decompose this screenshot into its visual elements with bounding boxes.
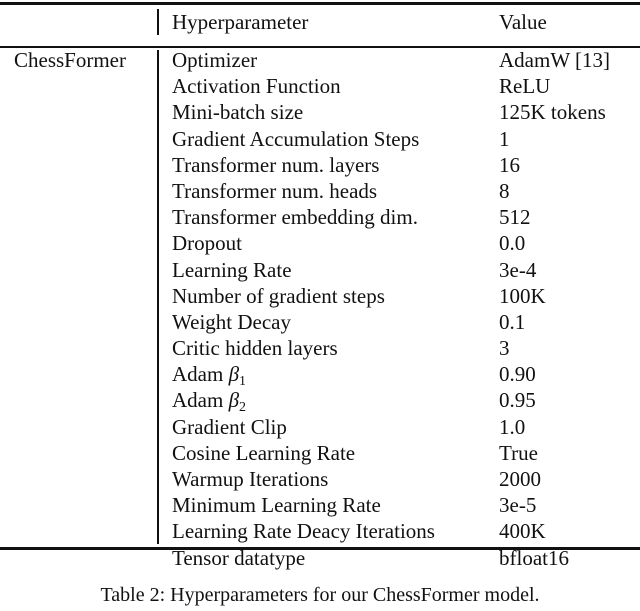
hyperparameter-value: 2000 xyxy=(499,467,541,491)
hyperparameter-name: Mini-batch size xyxy=(172,100,304,125)
hyperparameter-name: Activation Function xyxy=(172,74,341,99)
table-row: Adam β1 0.90 xyxy=(0,361,640,389)
table-row: Gradient Accumulation Steps 1 xyxy=(0,126,640,152)
hyperparameter-name: Critic hidden layers xyxy=(172,336,338,361)
table-top-rule xyxy=(0,2,640,5)
hyperparameter-name: Warmup Iterations xyxy=(172,467,329,491)
hyperparameter-value: 0.1 xyxy=(499,309,526,334)
hyperparameter-value: True xyxy=(499,440,538,465)
hyperparameter-value: 3e-4 xyxy=(499,257,537,282)
table-row: Activation Function ReLU xyxy=(0,73,640,99)
table-row: Transformer embedding dim. 512 xyxy=(0,204,640,230)
table-row: Mini-batch size 125K tokens xyxy=(0,99,640,125)
hyperparameter-name: Learning Rate xyxy=(172,257,292,282)
hyperparameter-name: Dropout xyxy=(172,231,242,256)
hyperparameter-name: Minimum Learning Rate xyxy=(172,493,381,518)
hyperparameter-name: Learning Rate Deacy Iterations xyxy=(172,519,435,544)
beta-symbol: β xyxy=(228,362,240,387)
hyperparameter-value: 0.90 xyxy=(499,362,536,387)
hyperparameter-value: ReLU xyxy=(499,74,551,99)
hyperparameter-value: 1 xyxy=(499,126,510,151)
hyperparameter-name: Weight Decay xyxy=(172,309,292,334)
table-row: Transformer num. heads 8 xyxy=(0,178,640,204)
beta-symbol: β xyxy=(228,388,240,413)
hyperparameter-value: 1.0 xyxy=(499,414,526,439)
hyperparameter-value: 512 xyxy=(499,205,531,230)
hyperparameter-value: AdamW [13] xyxy=(499,48,610,72)
hyperparameter-name: Optimizer xyxy=(172,48,258,72)
hyperparameter-name: Gradient Clip xyxy=(172,414,287,439)
table-row: Cosine Learning Rate True xyxy=(0,440,640,466)
table-row: Adam β2 0.95 xyxy=(0,387,640,415)
table-row: Warmup Iterations 2000 xyxy=(0,466,640,492)
table-row: Weight Decay 0.1 xyxy=(0,309,640,335)
hyperparameter-value: 125K tokens xyxy=(499,100,606,125)
hyperparameter-name: Gradient Accumulation Steps xyxy=(172,126,420,151)
header-value: Value xyxy=(499,10,547,34)
hyperparameter-name: Transformer embedding dim. xyxy=(172,205,418,230)
table-caption: Table 2: Hyperparameters for our ChessFo… xyxy=(100,584,540,606)
table-row: Learning Rate Deacy Iterations 400K xyxy=(0,518,640,544)
header-hyperparameter: Hyperparameter xyxy=(172,10,309,34)
table-row: Transformer num. layers 16 xyxy=(0,152,640,178)
table-row: Minimum Learning Rate 3e-5 xyxy=(0,492,640,518)
table-row: Optimizer AdamW [13] xyxy=(0,47,640,73)
hyperparameter-value: 16 xyxy=(499,152,520,177)
hyperparameter-value: 3e-5 xyxy=(499,493,537,518)
table-bottom-rule xyxy=(0,547,640,550)
hyperparameter-name: Transformer num. heads xyxy=(172,178,378,203)
hyperparameter-name: Number of gradient steps xyxy=(172,283,385,308)
hyperparameter-value: 8 xyxy=(499,178,510,203)
table-row: Number of gradient steps 100K xyxy=(0,283,640,309)
hyperparameter-value: 0.95 xyxy=(499,388,536,413)
hyperparameter-value: 100K xyxy=(499,283,546,308)
table-row: Gradient Clip 1.0 xyxy=(0,414,640,440)
hyperparameter-value: 3 xyxy=(499,336,510,361)
table-row: Critic hidden layers 3 xyxy=(0,335,640,361)
hyperparameter-name: Transformer num. layers xyxy=(172,152,380,177)
column-divider xyxy=(157,9,159,35)
hyperparameter-name: Cosine Learning Rate xyxy=(172,440,356,465)
table-body: Optimizer AdamW [13] Activation Function Re… xyxy=(0,47,640,571)
table-row: Learning Rate 3e-4 xyxy=(0,257,640,283)
table-row: Dropout 0.0 xyxy=(0,230,640,256)
hyperparameter-value: 400K xyxy=(499,519,546,544)
hyperparameter-value: 0.0 xyxy=(499,231,526,256)
